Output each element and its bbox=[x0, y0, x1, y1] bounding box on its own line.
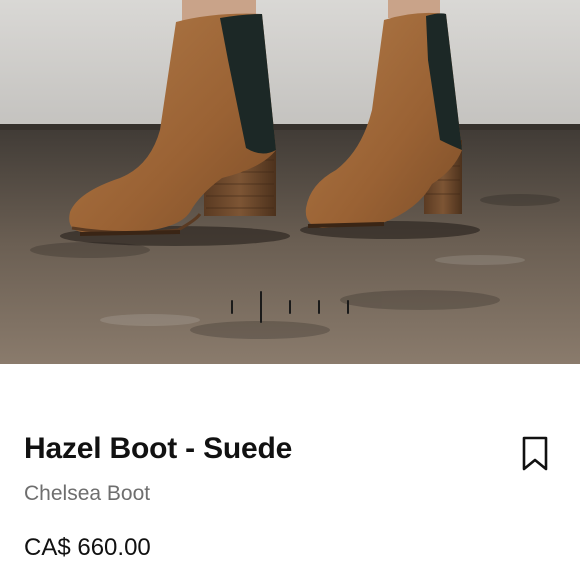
product-price: CA$ 660.00 bbox=[24, 534, 151, 561]
bookmark-icon bbox=[522, 436, 548, 471]
carousel-tick[interactable] bbox=[230, 300, 233, 314]
carousel-tick[interactable] bbox=[347, 300, 350, 314]
product-info: Hazel Boot - Suede Chelsea Boot CA$ 660.… bbox=[24, 364, 556, 580]
carousel-tick[interactable] bbox=[289, 300, 292, 314]
product-title: Hazel Boot - Suede bbox=[24, 432, 293, 465]
save-button[interactable] bbox=[518, 434, 552, 474]
carousel-indicator[interactable] bbox=[0, 290, 580, 324]
carousel-tick-active[interactable] bbox=[259, 291, 263, 323]
product-image[interactable] bbox=[0, 0, 580, 364]
product-category: Chelsea Boot bbox=[24, 482, 151, 505]
carousel-tick[interactable] bbox=[318, 300, 321, 314]
product-screen: Hazel Boot - Suede Chelsea Boot CA$ 660.… bbox=[0, 0, 580, 580]
